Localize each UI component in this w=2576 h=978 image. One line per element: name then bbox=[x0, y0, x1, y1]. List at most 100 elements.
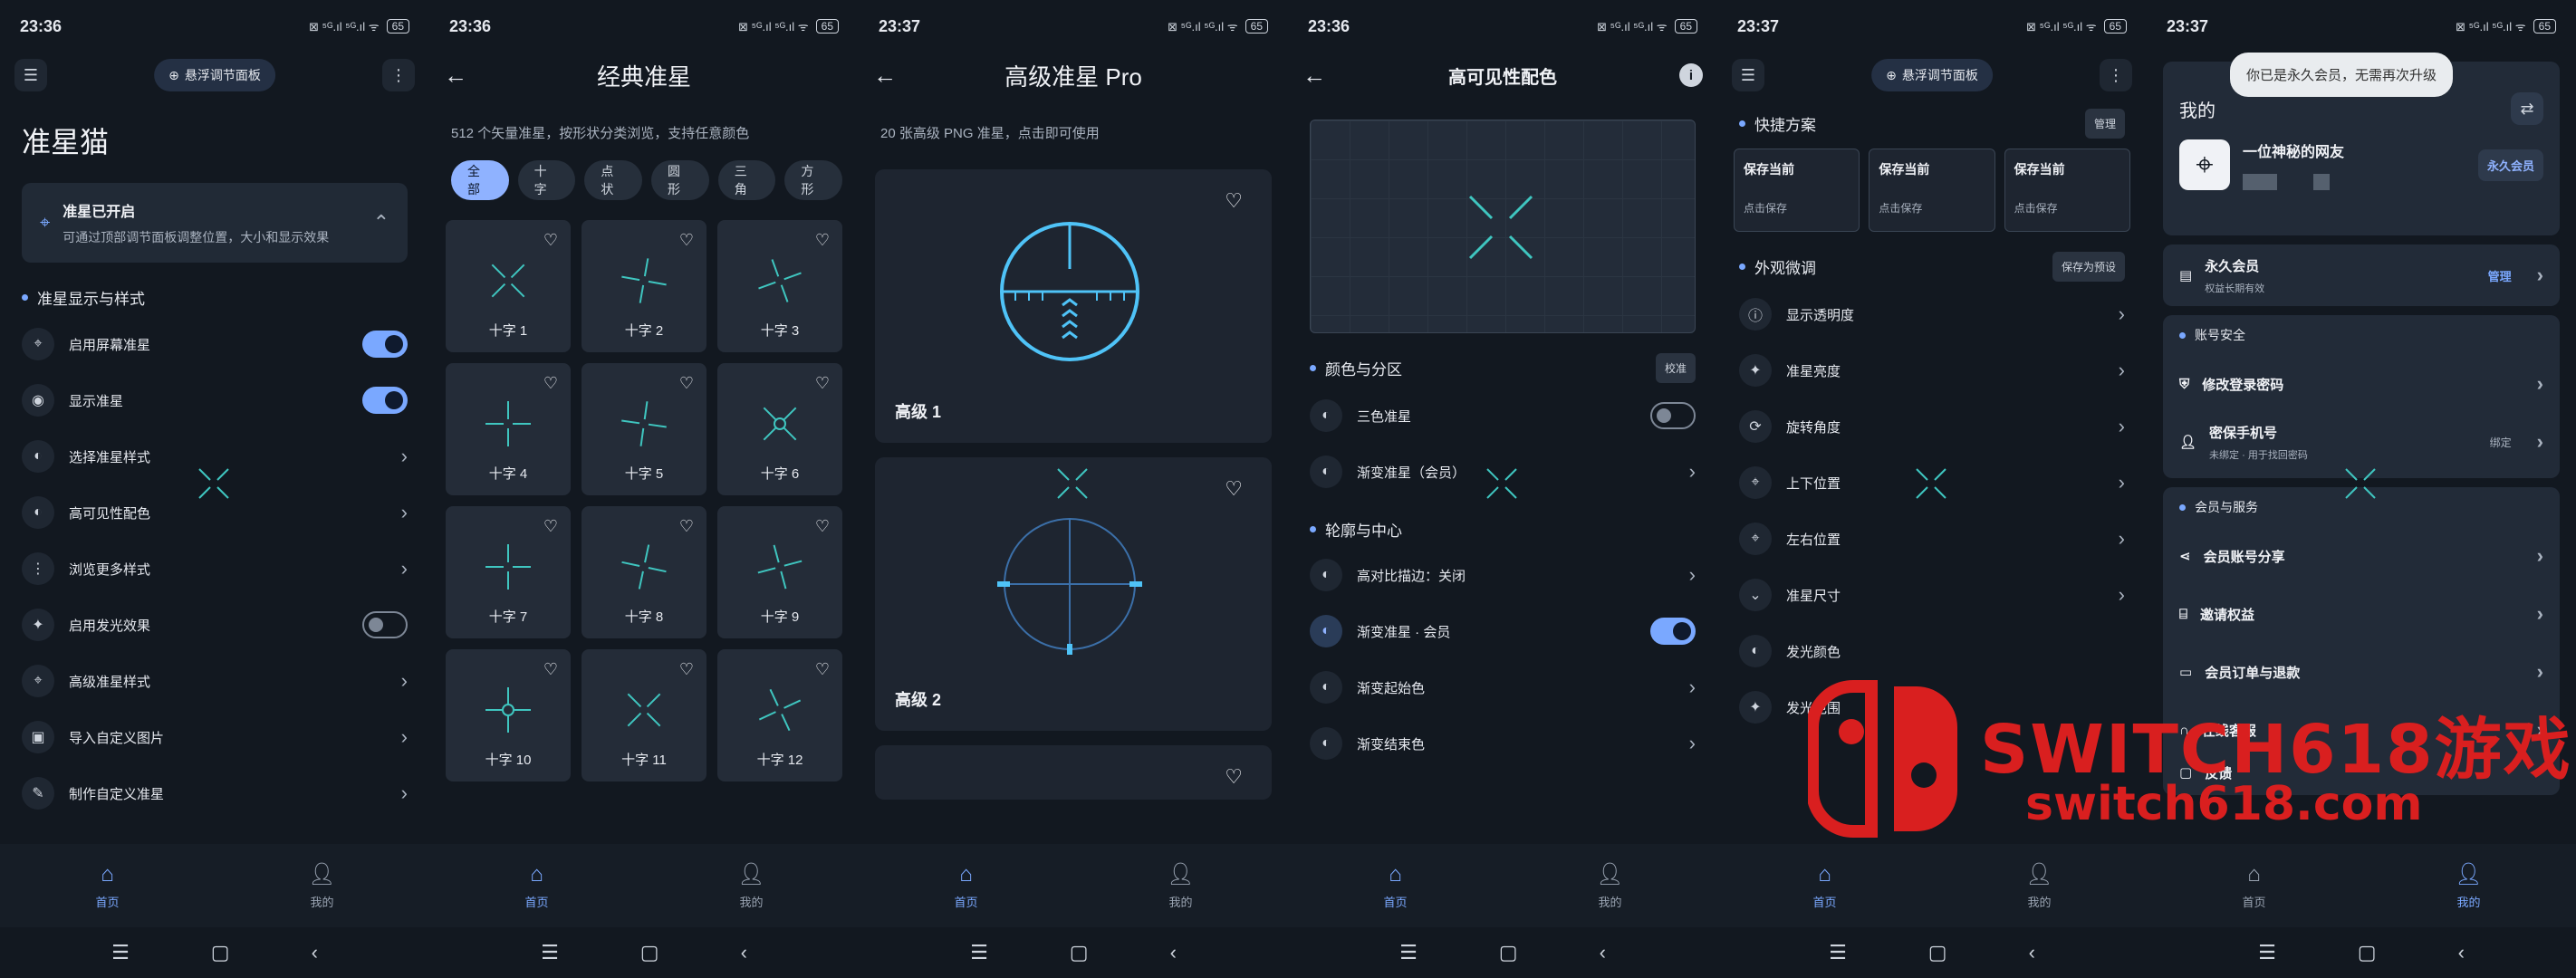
crosshair-tile[interactable]: ♡ 十字 12 bbox=[717, 649, 842, 781]
toggle-enable[interactable] bbox=[362, 331, 408, 358]
save-slot[interactable]: 保存当前 点击保存 bbox=[1734, 149, 1860, 232]
crosshair-tile[interactable]: ♡ 十字 1 bbox=[446, 220, 571, 352]
status-banner[interactable]: ⌖ 准星已开启 可通过顶部调节面板调整位置，大小和显示效果 ⌃ bbox=[22, 183, 408, 263]
heart-icon[interactable]: ♡ bbox=[815, 517, 830, 536]
heart-icon[interactable]: ♡ bbox=[815, 374, 830, 393]
row-gradient[interactable]: ◐ 渐变准星 · 会员 bbox=[1288, 603, 1717, 659]
row-change-password[interactable]: ⛨ 修改登录密码 › bbox=[2163, 355, 2560, 413]
row-glow-color[interactable]: ◐ 发光颜色 bbox=[1717, 623, 2147, 679]
nav-home[interactable]: ⌂ 首页 bbox=[1717, 844, 1932, 927]
row-support[interactable]: ∩ 在线客服 › bbox=[2163, 701, 2560, 759]
switch-account-icon[interactable]: ⇄ bbox=[2511, 92, 2543, 125]
row-import[interactable]: ▣ 导入自定义图片 › bbox=[0, 709, 429, 765]
heart-icon[interactable]: ♡ bbox=[1225, 765, 1243, 789]
home-square-icon[interactable]: ▢ bbox=[211, 941, 230, 964]
advanced-card[interactable]: ♡ bbox=[875, 745, 1272, 800]
chip[interactable]: 圆形 bbox=[651, 160, 709, 200]
row-share[interactable]: ⋖ 会员账号分享 › bbox=[2163, 527, 2560, 585]
toggle-glow[interactable] bbox=[362, 611, 408, 638]
heart-icon[interactable]: ♡ bbox=[1225, 189, 1243, 213]
back-icon[interactable]: ‹ bbox=[1600, 941, 1606, 964]
nav-mine[interactable]: 👤︎ 我的 bbox=[2361, 844, 2576, 927]
heart-icon[interactable]: ♡ bbox=[1225, 477, 1243, 501]
row-opacity[interactable]: ⓘ 显示透明度 › bbox=[1717, 286, 2147, 342]
crosshair-tile[interactable]: ♡ 十字 11 bbox=[582, 649, 706, 781]
back-arrow-icon[interactable]: ← bbox=[873, 62, 906, 90]
chip[interactable]: 方形 bbox=[784, 160, 843, 200]
recents-icon[interactable]: ☰ bbox=[541, 941, 559, 964]
row-enable-crosshair[interactable]: ⌖ 启用屏幕准星 bbox=[0, 316, 429, 372]
back-icon[interactable]: ‹ bbox=[2029, 941, 2035, 964]
crosshair-tile[interactable]: ♡ 十字 9 bbox=[717, 506, 842, 638]
home-square-icon[interactable]: ▢ bbox=[1499, 941, 1518, 964]
heart-icon[interactable]: ♡ bbox=[815, 660, 830, 679]
recents-icon[interactable]: ☰ bbox=[1399, 941, 1418, 964]
membership-card[interactable]: ▤ 永久会员 权益长期有效 管理 › bbox=[2163, 244, 2560, 306]
row-contrast-outline[interactable]: ◐ 高对比描边：关闭 › bbox=[1288, 547, 1717, 603]
back-icon[interactable]: ‹ bbox=[1170, 941, 1177, 964]
nav-home[interactable]: ⌂ 首页 bbox=[859, 844, 1073, 927]
row-tricolor[interactable]: ◐ 三色准星 bbox=[1288, 388, 1717, 444]
manage-button[interactable]: 管理 bbox=[2084, 108, 2125, 139]
home-square-icon[interactable]: ▢ bbox=[2358, 941, 2377, 964]
recents-icon[interactable]: ☰ bbox=[1829, 941, 1847, 964]
row-feedback[interactable]: ▢ 反馈 bbox=[2163, 759, 2560, 786]
row-show-crosshair[interactable]: ◉ 显示准星 bbox=[0, 372, 429, 428]
crosshair-tile[interactable]: ♡ 十字 4 bbox=[446, 363, 571, 495]
crosshair-tile[interactable]: ♡ 十字 10 bbox=[446, 649, 571, 781]
row-rotation[interactable]: ⟳ 旋转角度 › bbox=[1717, 398, 2147, 455]
chevron-up-icon[interactable]: ⌃ bbox=[373, 211, 389, 235]
nav-mine[interactable]: 👤︎ 我的 bbox=[1932, 844, 2147, 927]
float-panel-button[interactable]: ⊕ 悬浮调节面板 bbox=[154, 59, 275, 91]
row-horizontal[interactable]: ⌖ 左右位置 › bbox=[1717, 511, 2147, 567]
back-arrow-icon[interactable]: ← bbox=[1302, 62, 1335, 90]
advanced-card[interactable]: ♡ 高级 1 bbox=[875, 169, 1272, 443]
nav-home[interactable]: ⌂ 首页 bbox=[429, 844, 644, 927]
row-create[interactable]: ✎ 制作自定义准星 › bbox=[0, 765, 429, 821]
row-phone[interactable]: 👤︎ 密保手机号 未绑定 · 用于找回密码 绑定 › bbox=[2163, 413, 2560, 471]
float-panel-button[interactable]: ⊕ 悬浮调节面板 bbox=[1871, 59, 1993, 91]
heart-icon[interactable]: ♡ bbox=[679, 374, 694, 393]
row-orders[interactable]: ▭ 会员订单与退款 › bbox=[2163, 643, 2560, 701]
nav-mine[interactable]: 👤︎ 我的 bbox=[644, 844, 859, 927]
calibrate-button[interactable]: 校准 bbox=[1655, 352, 1696, 383]
heart-icon[interactable]: ♡ bbox=[543, 231, 558, 250]
save-slot[interactable]: 保存当前 点击保存 bbox=[2004, 149, 2130, 232]
row-browse-more[interactable]: ⋮ 浏览更多样式 › bbox=[0, 541, 429, 597]
crosshair-tile[interactable]: ♡ 十字 7 bbox=[446, 506, 571, 638]
home-square-icon[interactable]: ▢ bbox=[1928, 941, 1947, 964]
chip[interactable]: 三角 bbox=[717, 160, 776, 200]
nav-mine[interactable]: 👤︎ 我的 bbox=[1503, 844, 1717, 927]
row-invite[interactable]: ⌸ 邀请权益 › bbox=[2163, 585, 2560, 643]
chip[interactable]: 点状 bbox=[584, 160, 643, 200]
menu-icon[interactable]: ☰ bbox=[14, 59, 47, 91]
save-preset-button[interactable]: 保存为预设 bbox=[2052, 251, 2125, 282]
nav-mine[interactable]: 👤︎ 我的 bbox=[215, 844, 429, 927]
chip[interactable]: 全部 bbox=[451, 160, 509, 200]
info-icon[interactable]: i bbox=[1679, 63, 1703, 87]
heart-icon[interactable]: ♡ bbox=[543, 660, 558, 679]
home-square-icon[interactable]: ▢ bbox=[640, 941, 659, 964]
back-icon[interactable]: ‹ bbox=[312, 941, 318, 964]
toggle-gradient[interactable] bbox=[1650, 618, 1696, 645]
nav-home[interactable]: ⌂ 首页 bbox=[1288, 844, 1503, 927]
heart-icon[interactable]: ♡ bbox=[679, 517, 694, 536]
heart-icon[interactable]: ♡ bbox=[543, 517, 558, 536]
recents-icon[interactable]: ☰ bbox=[970, 941, 988, 964]
crosshair-tile[interactable]: ♡ 十字 2 bbox=[582, 220, 706, 352]
crosshair-tile[interactable]: ♡ 十字 8 bbox=[582, 506, 706, 638]
menu-icon[interactable]: ☰ bbox=[1732, 59, 1764, 91]
back-arrow-icon[interactable]: ← bbox=[444, 62, 476, 90]
crosshair-tile[interactable]: ♡ 十字 3 bbox=[717, 220, 842, 352]
crosshair-tile[interactable]: ♡ 十字 6 bbox=[717, 363, 842, 495]
row-size[interactable]: ⌄ 准星尺寸 › bbox=[1717, 567, 2147, 623]
heart-icon[interactable]: ♡ bbox=[679, 231, 694, 250]
row-gradient-start[interactable]: ◐ 渐变起始色 › bbox=[1288, 659, 1717, 715]
back-icon[interactable]: ‹ bbox=[741, 941, 747, 964]
home-square-icon[interactable]: ▢ bbox=[1070, 941, 1089, 964]
toggle-show[interactable] bbox=[362, 387, 408, 414]
row-advanced[interactable]: ⌖ 高级准星样式 › bbox=[0, 653, 429, 709]
more-vert-icon[interactable]: ⋮ bbox=[382, 59, 415, 91]
row-glow-range[interactable]: ✦ 发光范围 bbox=[1717, 679, 2147, 735]
toggle-tricolor[interactable] bbox=[1650, 402, 1696, 429]
